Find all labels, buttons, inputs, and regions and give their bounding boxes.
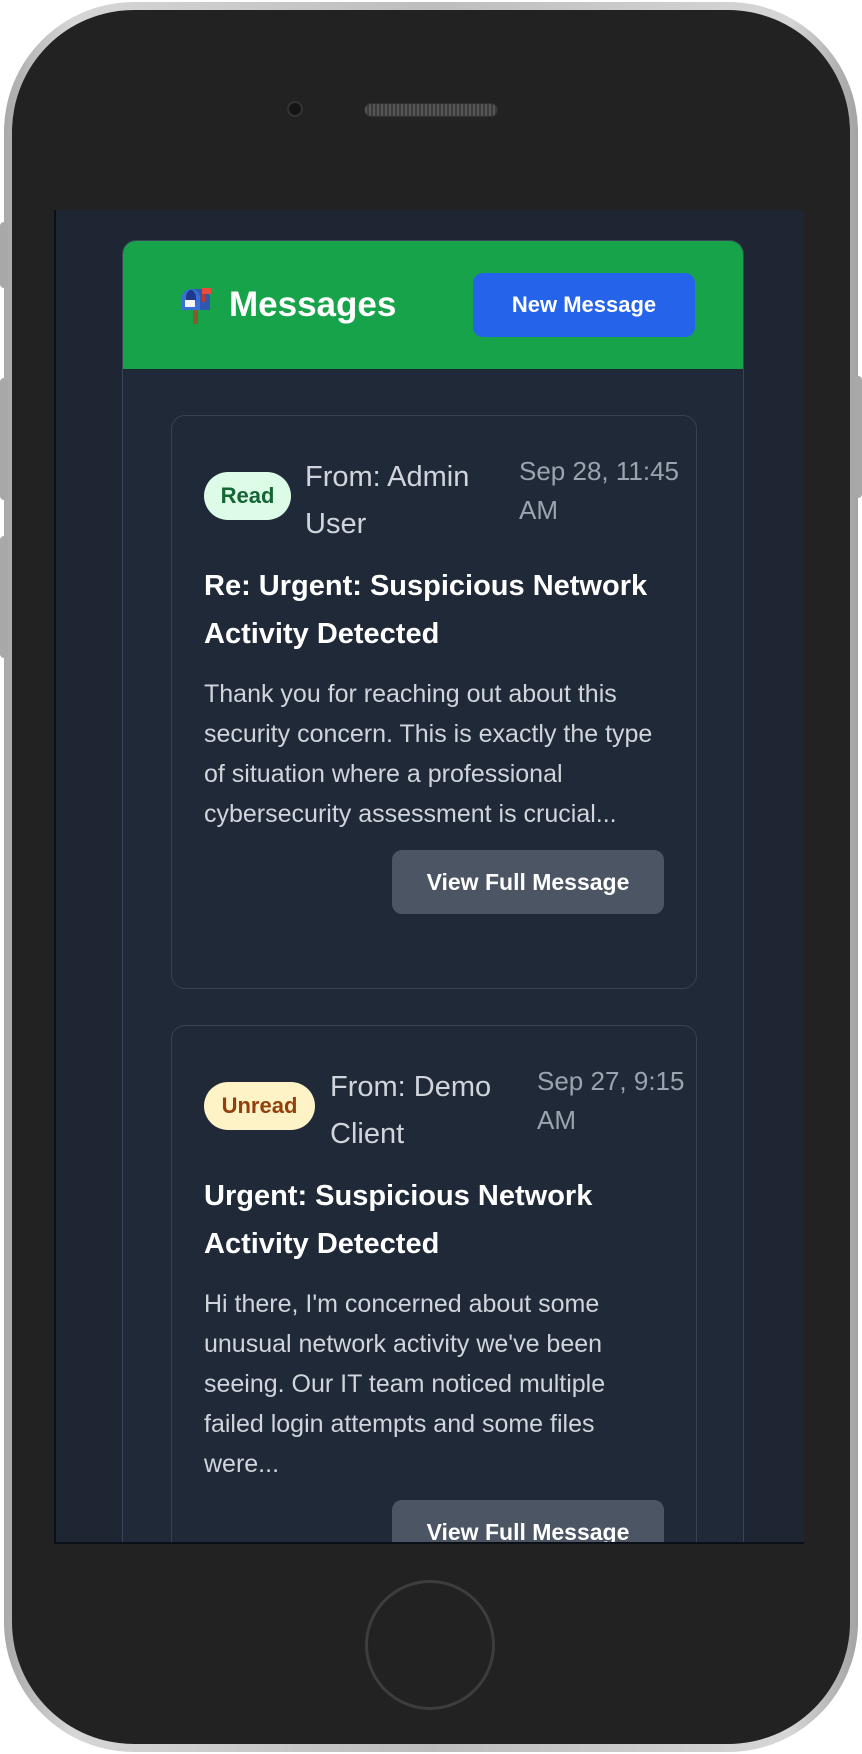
- earpiece-speaker: [364, 103, 498, 117]
- status-badge: Unread: [204, 1082, 315, 1130]
- message-sender: From: Demo Client: [330, 1071, 492, 1150]
- page-title: Messages: [229, 285, 397, 324]
- view-full-message-button[interactable]: View Full Message: [392, 850, 664, 914]
- message-date: Sep 28, 11:45 AM: [519, 456, 679, 525]
- message-preview: Hi there, I'm concerned about some unusu…: [204, 1290, 606, 1478]
- message-preview: Thank you for reaching out about this se…: [204, 680, 653, 828]
- phone-power-button: [854, 376, 862, 498]
- mailbox-icon: [182, 288, 211, 324]
- message-subject: Re: Urgent: Suspicious Network Activity …: [204, 570, 648, 650]
- message-sender: From: Admin User: [305, 461, 470, 540]
- phone-silent-switch: [0, 222, 8, 288]
- message-card: Unread From: Demo Client Sep 27, 9:15 AM…: [171, 1025, 697, 1542]
- message-meta: Unread From: Demo Client Sep 27, 9:15 AM: [204, 1026, 684, 1150]
- message-date: Sep 27, 9:15 AM: [537, 1066, 685, 1135]
- home-button[interactable]: [365, 1580, 495, 1710]
- view-full-message-button[interactable]: View Full Message: [392, 1500, 664, 1542]
- front-camera: [287, 101, 303, 117]
- new-message-button[interactable]: New Message: [473, 273, 695, 337]
- message-actions: View Full Message: [204, 1500, 664, 1542]
- status-badge: Read: [204, 472, 291, 520]
- phone-volume-up: [0, 378, 8, 500]
- message-subject: Urgent: Suspicious Network Activity Dete…: [204, 1180, 593, 1260]
- header-title-group: Messages: [179, 285, 396, 325]
- phone-screen: Messages New Message Read From: Admin Us…: [54, 210, 804, 1544]
- message-actions: View Full Message: [204, 850, 664, 914]
- message-card: Read From: Admin User Sep 28, 11:45 AM R…: [171, 415, 697, 989]
- message-meta: Read From: Admin User Sep 28, 11:45 AM: [204, 416, 679, 540]
- phone-volume-down: [0, 536, 8, 658]
- messages-panel: Messages New Message Read From: Admin Us…: [122, 240, 744, 1542]
- messages-header: Messages New Message: [123, 241, 743, 369]
